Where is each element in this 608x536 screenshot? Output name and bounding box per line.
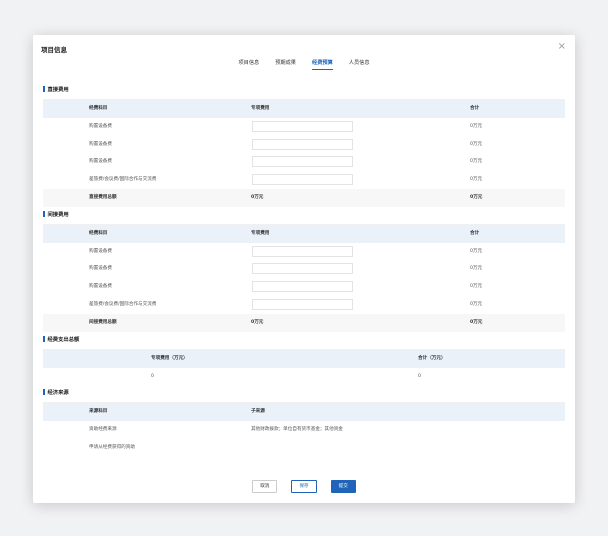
special-amount-input[interactable] — [252, 174, 353, 186]
section-indirect-costs: 间接费用 — [43, 207, 565, 225]
header-special: 专项费用 — [251, 106, 270, 111]
dialog-title: 项目信息 — [41, 46, 67, 54]
subject-name: 购置设备费 — [89, 159, 112, 165]
table-row: 申请从经费获得的资助 — [43, 439, 565, 457]
row-total: 0万元 — [470, 266, 483, 272]
section-title: 直接费用 — [47, 87, 69, 93]
header-total: 合计 — [470, 106, 480, 111]
section-title: 经费支出总额 — [47, 336, 80, 343]
tab-personnel[interactable]: 人员信息 — [349, 59, 370, 70]
summary-total: 0万元 — [470, 319, 483, 325]
header-total: 合计 — [470, 230, 480, 236]
subject-name: 购置设备费 — [89, 266, 112, 272]
row-total: 0万元 — [470, 141, 483, 147]
tab-budget[interactable]: 经费预算 — [312, 59, 333, 70]
subject-name: 购置设备费 — [89, 123, 112, 129]
special-amount-input[interactable] — [252, 245, 353, 257]
subject-name: 购置设备费 — [89, 141, 112, 147]
table-row: 0 0 — [43, 368, 565, 386]
header-subject: 经费科目 — [89, 106, 108, 111]
table-row: 购置设备费 0万元 — [43, 243, 565, 261]
summary-row: 直接费用总额 0万元 0万元 — [43, 188, 565, 207]
table-header: 来源科目 子来源 — [43, 403, 565, 422]
section-title: 经济来源 — [47, 390, 69, 397]
grand-total-value: 0 — [418, 373, 421, 379]
close-icon[interactable]: × — [558, 41, 566, 52]
table-row: 差旅费/会议费/国际合作与交流费 0万元 — [43, 296, 565, 314]
save-button[interactable]: 保存 — [291, 480, 317, 493]
cancel-button[interactable]: 取消 — [252, 480, 278, 493]
table-header: 经费科目 专项费用 合计 — [43, 100, 565, 118]
special-amount-input[interactable] — [252, 281, 353, 293]
summary-special: 0万元 — [251, 194, 264, 200]
section-title: 间接费用 — [47, 211, 69, 218]
row-total: 0万元 — [470, 248, 483, 254]
sub-source: 其他财政拨款；单位自有货币基金；其他资金 — [251, 427, 343, 433]
row-total: 0万元 — [470, 159, 483, 165]
special-total-value: 0 — [151, 373, 154, 379]
special-amount-input[interactable] — [252, 138, 353, 150]
dialog-footer: 取消 保存 提交 — [33, 480, 575, 493]
table-row: 购置设备费 0万元 — [43, 136, 565, 154]
header-special: 专项费用 — [251, 230, 270, 236]
section-expense-total: 经费支出总额 — [43, 332, 565, 350]
summary-label: 间接费用总额 — [89, 319, 117, 325]
summary-total: 0万元 — [470, 194, 483, 200]
table-row: 购置设备费 0万元 — [43, 278, 565, 296]
section-funding-sources: 经济来源 — [43, 385, 565, 404]
summary-row: 间接费用总额 0万元 0万元 — [43, 313, 565, 332]
submit-button[interactable]: 提交 — [330, 480, 356, 493]
project-info-dialog: 项目信息 × 项目信息 预期成果 经费预算 人员信息 直接费用 经费科目 专项费… — [33, 35, 575, 503]
header-grand-total: 合计（万元） — [418, 355, 446, 361]
section-marker — [43, 335, 45, 342]
subject-name: 差旅费/会议费/国际合作与交流费 — [89, 177, 157, 183]
header-special-total: 专项费用（万元） — [151, 355, 188, 361]
subject-name: 差旅费/会议费/国际合作与交流费 — [89, 301, 157, 307]
section-marker — [43, 86, 45, 92]
source-name: 资助经费来源 — [89, 427, 117, 433]
special-amount-input[interactable] — [252, 156, 353, 168]
row-total: 0万元 — [470, 284, 483, 290]
table-row: 购置设备费 0万元 — [43, 153, 565, 171]
header-source: 来源科目 — [89, 409, 108, 415]
summary-special: 0万元 — [251, 319, 264, 325]
header-subject: 经费科目 — [89, 230, 108, 236]
source-name: 申请从经费获得的资助 — [89, 444, 135, 450]
section-marker — [43, 389, 45, 396]
row-total: 0万元 — [470, 123, 483, 129]
subject-name: 购置设备费 — [89, 284, 112, 290]
row-total: 0万元 — [470, 301, 483, 307]
section-marker — [43, 210, 45, 217]
table-header: 经费科目 专项费用 合计 — [43, 224, 565, 243]
table-row: 资助经费来源 其他财政拨款；单位自有货币基金；其他资金 — [43, 421, 565, 439]
section-direct-costs: 直接费用 — [43, 82, 565, 100]
special-amount-input[interactable] — [252, 120, 353, 132]
budget-content: 直接费用 经费科目 专项费用 合计 购置设备费 0万元 购置设备费 0万元 购置… — [43, 82, 565, 457]
table-row: 购置设备费 0万元 — [43, 118, 565, 136]
subject-name: 购置设备费 — [89, 248, 112, 254]
special-amount-input[interactable] — [252, 263, 353, 275]
table-row: 购置设备费 0万元 — [43, 260, 565, 278]
tab-project-info[interactable]: 项目信息 — [238, 59, 259, 70]
table-row: 差旅费/会议费/国际合作与交流费 0万元 — [43, 171, 565, 189]
row-total: 0万元 — [470, 177, 483, 183]
table-header: 专项费用（万元） 合计（万元） — [43, 349, 565, 368]
tab-bar: 项目信息 预期成果 经费预算 人员信息 — [33, 59, 575, 70]
summary-label: 直接费用总额 — [89, 194, 117, 200]
header-sub-source: 子来源 — [251, 409, 265, 415]
tab-expected-results[interactable]: 预期成果 — [275, 59, 296, 70]
special-amount-input[interactable] — [252, 298, 353, 310]
